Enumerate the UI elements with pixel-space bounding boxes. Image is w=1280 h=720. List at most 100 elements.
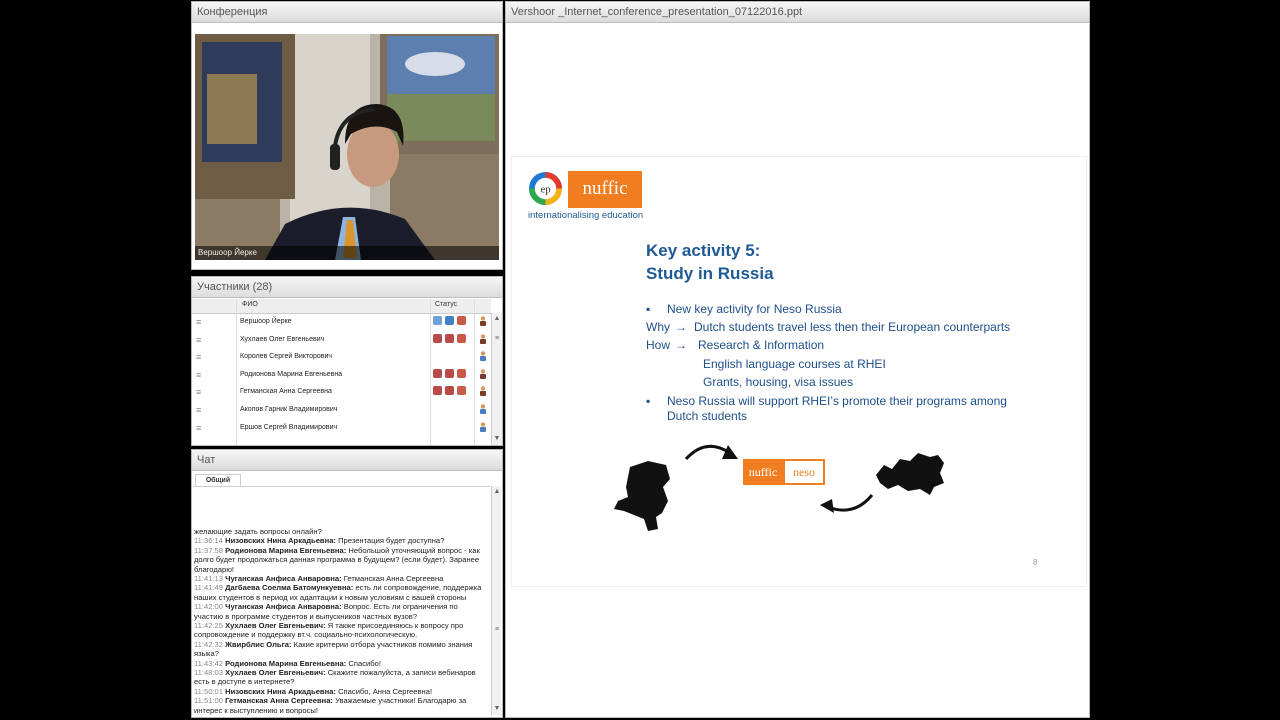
chat-message: 11:36:14 Низовских Нина Аркадьевна: През… (194, 536, 488, 545)
message-author: Низовских Нина Аркадьевна: (225, 686, 336, 696)
logo-tagline: internationalising education (528, 210, 644, 221)
participant-row[interactable]: ≡ Акопов Гарник Владимирович (192, 401, 491, 418)
chat-message: 11:37:58 Родионова Марина Евгеньевна: Не… (194, 546, 488, 574)
how-sub-item: English language courses at RHEI (703, 357, 886, 371)
status-c-icon (457, 316, 466, 325)
page-number: 8 (1033, 558, 1038, 567)
scroll-up-icon[interactable]: ▲ (493, 488, 501, 496)
status-d-icon (433, 368, 442, 378)
user-icon (480, 351, 486, 362)
conference-panel: Конференция Вершоор Йерке (191, 1, 503, 270)
status-b-icon (445, 316, 454, 325)
speaker-video[interactable]: Вершоор Йерке (195, 34, 499, 260)
participant-row[interactable]: ≡ Ершов Сергей Владимирович (192, 419, 491, 436)
status-d-icon (433, 386, 442, 396)
status-c-icon (457, 368, 466, 378)
status-d-icon (445, 368, 454, 378)
row-menu-icon[interactable]: ≡ (196, 352, 201, 362)
chat-message: желающие задать вопросы онлайн? (194, 527, 488, 536)
message-time: 11:37:58 (194, 545, 223, 555)
message-time: 11:43:42 (194, 658, 223, 668)
how-sub-item: Grants, housing, visa issues (703, 375, 854, 389)
curved-arrow-icon (684, 444, 738, 461)
nuffic-badge: nuffic (743, 459, 783, 485)
scroll-up-icon[interactable]: ▲ (493, 315, 501, 323)
row-menu-icon[interactable]: ≡ (196, 335, 201, 345)
video-frame (195, 34, 499, 260)
message-time: 11:41:13 (194, 573, 223, 583)
participant-row[interactable]: ≡ Королев Сергей Викторович (192, 348, 491, 365)
russia-map-icon (876, 453, 944, 495)
status-d-icon (445, 333, 454, 343)
ep-logo-icon: ep (528, 171, 563, 206)
message-author: Гетманская Анна Сергеевна: (225, 696, 333, 706)
status-a-icon (433, 316, 442, 325)
chat-message: 11:42:25 Хухлаев Олег Евгеньевич: Я такж… (194, 621, 488, 640)
message-text: Спасибо! (348, 658, 381, 668)
participant-status (433, 351, 473, 362)
row-menu-icon[interactable]: ≡ (196, 405, 201, 415)
participant-status (433, 422, 473, 433)
bullet-icon: ▪ (646, 302, 651, 316)
arrow-right-icon: → (675, 338, 687, 352)
participant-row[interactable]: ≡ Гетманская Анна Сергеевна (192, 383, 491, 400)
message-author: Родионова Марина Евгеньевна: (225, 658, 347, 668)
participant-row[interactable]: ≡ Хухлаев Олег Евгеньевич (192, 331, 491, 348)
row-menu-icon[interactable]: ≡ (196, 370, 201, 380)
conference-title: Конференция (192, 2, 502, 23)
message-text: Презентация будет доступна? (338, 536, 445, 546)
message-text: Гетманская Анна Сергеевна (343, 573, 444, 583)
participants-scrollbar[interactable]: ▲ ≡ ▼ (491, 313, 502, 445)
user-icon (480, 316, 486, 326)
chat-log: желающие задать вопросы онлайн? 11:36:14 … (193, 486, 490, 715)
message-author: Чуганская Анфиса Анваровна: (225, 573, 342, 583)
curved-arrow-icon (820, 494, 874, 513)
scroll-thumb[interactable]: ≡ (493, 626, 501, 634)
presentation-panel: Vershoor _Internet_conference_presentati… (505, 1, 1090, 718)
user-icon (480, 369, 486, 379)
message-time: 11:50:01 (194, 686, 223, 696)
user-icon (480, 421, 486, 432)
row-menu-icon[interactable]: ≡ (196, 387, 201, 397)
status-d-icon (433, 333, 442, 343)
arrow-right-icon: → (675, 320, 687, 334)
message-text: Спасибо, Анна Сергеевна! (338, 686, 433, 696)
scroll-thumb[interactable]: ≡ (493, 335, 501, 343)
message-author: Жвирблис Ольга: (225, 639, 292, 649)
participant-name: Вершоор Йерке (240, 318, 292, 325)
user-icon (480, 404, 486, 414)
nuffic-logo: nuffic (568, 171, 642, 208)
participant-status (433, 404, 473, 415)
row-menu-icon[interactable]: ≡ (196, 423, 201, 433)
message-time: 11:41:49 (194, 583, 223, 593)
how-label: How (646, 338, 671, 352)
message-time: 11:48:03 (194, 667, 223, 677)
chat-message: 11:51:00 Гетманская Анна Сергеевна: Уваж… (194, 696, 488, 715)
message-author: Хухлаев Олег Евгеньевич: (225, 620, 326, 630)
participant-name: Ершов Сергей Владимирович (240, 423, 338, 431)
chat-message: 11:42:00 Чуганская Анфиса Анваровна: Воп… (194, 602, 488, 621)
user-icon (480, 333, 486, 344)
chat-message: 11:48:03 Хухлаев Олег Евгеньевич: Скажит… (194, 668, 488, 687)
message-time: 11:42:00 (194, 602, 223, 612)
slide: ep nuffic internationalising education K… (511, 156, 1087, 587)
chat-message: 11:41:13 Чуганская Анфиса Анваровна: Гет… (194, 574, 488, 583)
row-menu-icon[interactable]: ≡ (196, 317, 201, 327)
participant-name: Гетманская Анна Сергеевна (240, 388, 332, 396)
user-icon (480, 386, 486, 397)
bullet-text: Dutch students (667, 409, 748, 423)
participant-name: Родионова Марина Евгеньевна (240, 370, 343, 378)
scroll-down-icon[interactable]: ▼ (493, 435, 501, 443)
participant-row[interactable]: ≡ Вершоор Йерке (192, 313, 491, 330)
participant-row[interactable]: ≡ Родионова Марина Евгеньевна (192, 366, 491, 383)
message-author: Хухлаев Олег Евгеньевич: (225, 667, 326, 677)
slide-heading-line1: Key activity 5: (646, 241, 761, 260)
bullet-text: Neso Russia will support RHEI’s promote … (667, 394, 1007, 408)
chat-scrollbar[interactable]: ▲ ≡ ▼ (491, 486, 501, 715)
participants-title: Участники (28) (192, 277, 502, 298)
participants-panel: Участники (28) ФИО Статус ≡ Вершоор Йерке… (191, 276, 503, 446)
slide-heading: Key activity 5: Study in Russia (646, 239, 774, 285)
participant-status (433, 368, 473, 380)
chat-message: 11:50:01 Низовских Нина Аркадьевна: Спас… (194, 687, 488, 696)
scroll-down-icon[interactable]: ▼ (493, 705, 501, 713)
